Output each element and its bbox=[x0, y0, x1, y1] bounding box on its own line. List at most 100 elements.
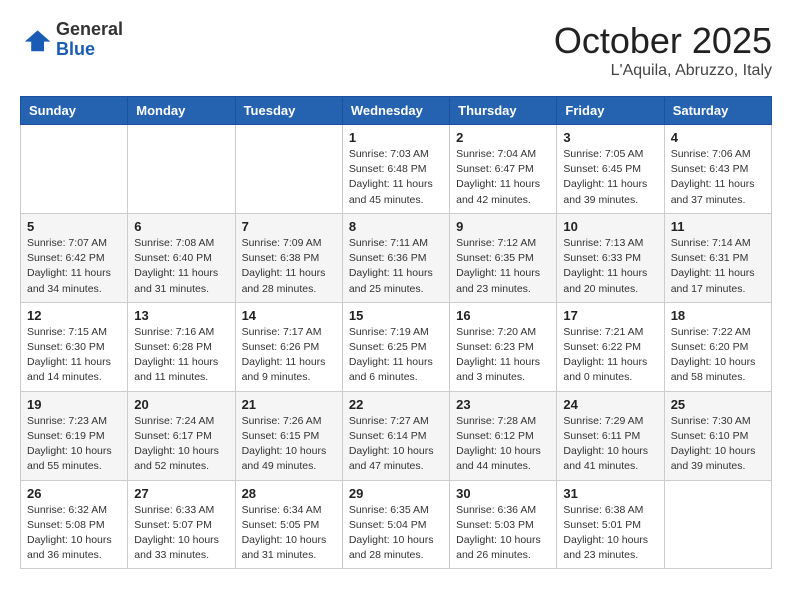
day-number: 12 bbox=[27, 308, 121, 323]
day-info: Sunrise: 7:08 AM Sunset: 6:40 PM Dayligh… bbox=[134, 236, 228, 297]
day-number: 29 bbox=[349, 486, 443, 501]
calendar-week-3: 12 Sunrise: 7:15 AM Sunset: 6:30 PM Dayli… bbox=[21, 302, 772, 391]
day-number: 4 bbox=[671, 130, 765, 145]
day-info: Sunrise: 7:15 AM Sunset: 6:30 PM Dayligh… bbox=[27, 325, 121, 386]
weekday-header-row: SundayMondayTuesdayWednesdayThursdayFrid… bbox=[21, 97, 772, 125]
calendar-cell: 27 Sunrise: 6:33 AM Sunset: 5:07 PM Dayli… bbox=[128, 480, 235, 569]
calendar-cell: 28 Sunrise: 6:34 AM Sunset: 5:05 PM Dayli… bbox=[235, 480, 342, 569]
logo-blue-text: Blue bbox=[56, 40, 123, 60]
weekday-header-saturday: Saturday bbox=[664, 97, 771, 125]
weekday-header-sunday: Sunday bbox=[21, 97, 128, 125]
calendar-cell: 13 Sunrise: 7:16 AM Sunset: 6:28 PM Dayli… bbox=[128, 302, 235, 391]
day-info: Sunrise: 7:13 AM Sunset: 6:33 PM Dayligh… bbox=[563, 236, 657, 297]
day-number: 8 bbox=[349, 219, 443, 234]
calendar-cell: 5 Sunrise: 7:07 AM Sunset: 6:42 PM Daylig… bbox=[21, 213, 128, 302]
day-info: Sunrise: 7:27 AM Sunset: 6:14 PM Dayligh… bbox=[349, 414, 443, 475]
calendar-cell: 26Sunrise: 6:32 AM Sunset: 5:08 PM Dayli… bbox=[21, 480, 128, 569]
calendar-cell: 25 Sunrise: 7:30 AM Sunset: 6:10 PM Dayli… bbox=[664, 391, 771, 480]
day-number: 2 bbox=[456, 130, 550, 145]
day-info: Sunrise: 7:26 AM Sunset: 6:15 PM Dayligh… bbox=[242, 414, 336, 475]
day-number: 27 bbox=[134, 486, 228, 501]
location-title: L'Aquila, Abruzzo, Italy bbox=[554, 62, 772, 80]
day-info: Sunrise: 6:38 AM Sunset: 5:01 PM Dayligh… bbox=[563, 503, 657, 564]
calendar-cell: 23Sunrise: 7:28 AM Sunset: 6:12 PM Dayli… bbox=[450, 391, 557, 480]
calendar-cell: 29 Sunrise: 6:35 AM Sunset: 5:04 PM Dayli… bbox=[342, 480, 449, 569]
calendar-cell: 30 Sunrise: 6:36 AM Sunset: 5:03 PM Dayli… bbox=[450, 480, 557, 569]
day-info: Sunrise: 7:28 AM Sunset: 6:12 PM Dayligh… bbox=[456, 414, 550, 475]
calendar-week-2: 5 Sunrise: 7:07 AM Sunset: 6:42 PM Daylig… bbox=[21, 213, 772, 302]
calendar-week-4: 19 Sunrise: 7:23 AM Sunset: 6:19 PM Dayli… bbox=[21, 391, 772, 480]
day-info: Sunrise: 7:07 AM Sunset: 6:42 PM Dayligh… bbox=[27, 236, 121, 297]
calendar-cell: 8 Sunrise: 7:11 AM Sunset: 6:36 PM Daylig… bbox=[342, 213, 449, 302]
day-number: 24 bbox=[563, 397, 657, 412]
calendar-cell: 16Sunrise: 7:20 AM Sunset: 6:23 PM Dayli… bbox=[450, 302, 557, 391]
calendar-cell bbox=[21, 125, 128, 214]
day-number: 20 bbox=[134, 397, 228, 412]
day-number: 28 bbox=[242, 486, 336, 501]
calendar-cell: 9Sunrise: 7:12 AM Sunset: 6:35 PM Daylig… bbox=[450, 213, 557, 302]
day-info: Sunrise: 7:16 AM Sunset: 6:28 PM Dayligh… bbox=[134, 325, 228, 386]
day-info: Sunrise: 7:06 AM Sunset: 6:43 PM Dayligh… bbox=[671, 147, 765, 208]
calendar-cell: 11 Sunrise: 7:14 AM Sunset: 6:31 PM Dayli… bbox=[664, 213, 771, 302]
day-info: Sunrise: 7:23 AM Sunset: 6:19 PM Dayligh… bbox=[27, 414, 121, 475]
day-info: Sunrise: 7:19 AM Sunset: 6:25 PM Dayligh… bbox=[349, 325, 443, 386]
calendar-cell: 18 Sunrise: 7:22 AM Sunset: 6:20 PM Dayli… bbox=[664, 302, 771, 391]
day-info: Sunrise: 6:34 AM Sunset: 5:05 PM Dayligh… bbox=[242, 503, 336, 564]
day-info: Sunrise: 6:33 AM Sunset: 5:07 PM Dayligh… bbox=[134, 503, 228, 564]
day-number: 30 bbox=[456, 486, 550, 501]
weekday-header-tuesday: Tuesday bbox=[235, 97, 342, 125]
day-number: 19 bbox=[27, 397, 121, 412]
day-number: 17 bbox=[563, 308, 657, 323]
day-info: Sunrise: 6:35 AM Sunset: 5:04 PM Dayligh… bbox=[349, 503, 443, 564]
calendar-cell: 22 Sunrise: 7:27 AM Sunset: 6:14 PM Dayli… bbox=[342, 391, 449, 480]
day-info: Sunrise: 7:11 AM Sunset: 6:36 PM Dayligh… bbox=[349, 236, 443, 297]
calendar-cell: 12 Sunrise: 7:15 AM Sunset: 6:30 PM Dayli… bbox=[21, 302, 128, 391]
calendar-cell: 14 Sunrise: 7:17 AM Sunset: 6:26 PM Dayli… bbox=[235, 302, 342, 391]
calendar-week-5: 26Sunrise: 6:32 AM Sunset: 5:08 PM Dayli… bbox=[21, 480, 772, 569]
weekday-header-friday: Friday bbox=[557, 97, 664, 125]
page-header: General Blue October 2025 L'Aquila, Abru… bbox=[20, 20, 772, 80]
month-title: October 2025 bbox=[554, 20, 772, 62]
calendar-cell: 31Sunrise: 6:38 AM Sunset: 5:01 PM Dayli… bbox=[557, 480, 664, 569]
logo-general-text: General bbox=[56, 20, 123, 40]
day-number: 5 bbox=[27, 219, 121, 234]
day-info: Sunrise: 7:04 AM Sunset: 6:47 PM Dayligh… bbox=[456, 147, 550, 208]
day-info: Sunrise: 7:05 AM Sunset: 6:45 PM Dayligh… bbox=[563, 147, 657, 208]
day-number: 22 bbox=[349, 397, 443, 412]
day-number: 3 bbox=[563, 130, 657, 145]
day-info: Sunrise: 6:36 AM Sunset: 5:03 PM Dayligh… bbox=[456, 503, 550, 564]
day-info: Sunrise: 7:29 AM Sunset: 6:11 PM Dayligh… bbox=[563, 414, 657, 475]
day-info: Sunrise: 7:09 AM Sunset: 6:38 PM Dayligh… bbox=[242, 236, 336, 297]
day-number: 21 bbox=[242, 397, 336, 412]
day-number: 16 bbox=[456, 308, 550, 323]
calendar-cell: 21 Sunrise: 7:26 AM Sunset: 6:15 PM Dayli… bbox=[235, 391, 342, 480]
calendar-cell: 24 Sunrise: 7:29 AM Sunset: 6:11 PM Dayli… bbox=[557, 391, 664, 480]
day-number: 14 bbox=[242, 308, 336, 323]
day-number: 15 bbox=[349, 308, 443, 323]
day-info: Sunrise: 7:14 AM Sunset: 6:31 PM Dayligh… bbox=[671, 236, 765, 297]
weekday-header-monday: Monday bbox=[128, 97, 235, 125]
calendar-cell: 15 Sunrise: 7:19 AM Sunset: 6:25 PM Dayli… bbox=[342, 302, 449, 391]
day-number: 6 bbox=[134, 219, 228, 234]
day-number: 7 bbox=[242, 219, 336, 234]
day-number: 10 bbox=[563, 219, 657, 234]
calendar-cell bbox=[664, 480, 771, 569]
day-info: Sunrise: 7:17 AM Sunset: 6:26 PM Dayligh… bbox=[242, 325, 336, 386]
calendar-cell: 3 Sunrise: 7:05 AM Sunset: 6:45 PM Daylig… bbox=[557, 125, 664, 214]
calendar-cell: 10 Sunrise: 7:13 AM Sunset: 6:33 PM Dayli… bbox=[557, 213, 664, 302]
day-info: Sunrise: 7:24 AM Sunset: 6:17 PM Dayligh… bbox=[134, 414, 228, 475]
day-info: Sunrise: 7:22 AM Sunset: 6:20 PM Dayligh… bbox=[671, 325, 765, 386]
weekday-header-thursday: Thursday bbox=[450, 97, 557, 125]
day-number: 11 bbox=[671, 219, 765, 234]
day-info: Sunrise: 7:30 AM Sunset: 6:10 PM Dayligh… bbox=[671, 414, 765, 475]
day-number: 25 bbox=[671, 397, 765, 412]
day-number: 1 bbox=[349, 130, 443, 145]
calendar-cell: 19 Sunrise: 7:23 AM Sunset: 6:19 PM Dayli… bbox=[21, 391, 128, 480]
day-number: 13 bbox=[134, 308, 228, 323]
day-number: 18 bbox=[671, 308, 765, 323]
logo: General Blue bbox=[20, 20, 123, 60]
calendar-cell: 2 Sunrise: 7:04 AM Sunset: 6:47 PM Daylig… bbox=[450, 125, 557, 214]
calendar-cell: 6 Sunrise: 7:08 AM Sunset: 6:40 PM Daylig… bbox=[128, 213, 235, 302]
calendar-table: SundayMondayTuesdayWednesdayThursdayFrid… bbox=[20, 96, 772, 569]
day-info: Sunrise: 7:21 AM Sunset: 6:22 PM Dayligh… bbox=[563, 325, 657, 386]
